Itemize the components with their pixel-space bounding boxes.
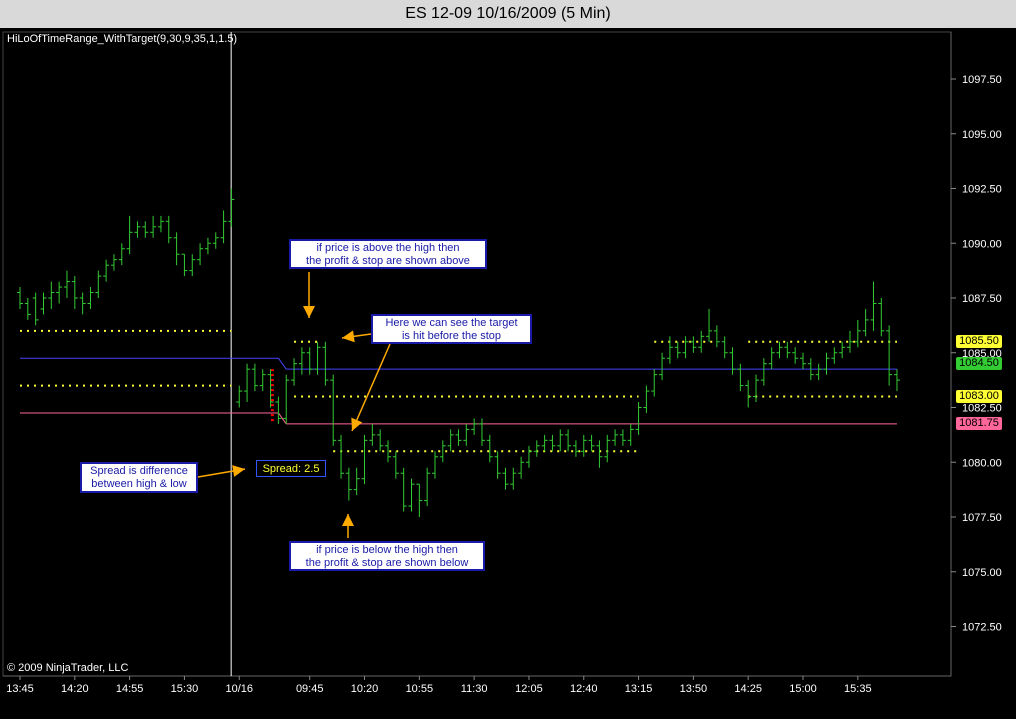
spread-label: Spread: 2.5: [256, 460, 326, 477]
price-tick-label: 1097.50: [962, 74, 1002, 86]
price-tag: 1083.00: [956, 390, 1002, 404]
price-tick-label: 1075.00: [962, 567, 1002, 579]
callout-price-above-line-2: the profit & stop are shown above: [306, 255, 470, 267]
price-tick-label: 1092.50: [962, 184, 1002, 196]
time-tick-label: 15:30: [171, 683, 199, 695]
price-tag: 1084.50: [956, 357, 1002, 371]
price-chart[interactable]: 1097.50 1095.00 1092.50 1090.00 1087.50 1085.…: [0, 28, 1016, 719]
callout-spread: Spread is difference between high & low: [80, 462, 198, 493]
time-tick-label: 14:55: [116, 683, 144, 695]
time-tick-label: 15:35: [844, 683, 872, 695]
time-tick-label: 14:20: [61, 683, 89, 695]
price-tick-label: 1090.00: [962, 238, 1002, 250]
time-tick-label: 10:20: [351, 683, 379, 695]
callout-price-above-line-1: if price is above the high then: [316, 242, 460, 254]
price-tick-label: 1087.50: [962, 293, 1002, 305]
plot-background: [0, 28, 1016, 719]
time-tick-label: 10:55: [406, 683, 434, 695]
copyright-text: © 2009 NinjaTrader, LLC: [7, 662, 129, 674]
indicator-label: HiLoOfTimeRange_WithTarget(9,30,9,35,1,1…: [7, 33, 238, 45]
callout-spread-line-2: between high & low: [91, 478, 187, 490]
price-tick-label: 1072.50: [962, 622, 1002, 634]
callout-target-hit-line-1: Here we can see the target: [385, 317, 518, 329]
callout-price-below-line-2: the profit & stop are shown below: [305, 557, 469, 569]
time-tick-label: 10/16: [225, 683, 253, 695]
time-tick-label: 14:25: [734, 683, 762, 695]
time-tick-label: 13:50: [680, 683, 708, 695]
time-tick-label: 12:05: [515, 683, 543, 695]
time-tick-label: 13:15: [625, 683, 653, 695]
price-tick-label: 1095.00: [962, 129, 1002, 141]
time-tick-label: 11:30: [461, 683, 488, 695]
price-tick-label: 1082.50: [962, 403, 1002, 415]
price-tick-label: 1080.00: [962, 457, 1002, 469]
callout-target-hit-line-2: is hit before the stop: [401, 330, 502, 342]
callout-price-above: if price is above the high then the prof…: [289, 239, 487, 269]
callout-target-hit: Here we can see the target is hit before…: [371, 314, 532, 344]
window-title: ES 12-09 10/16/2009 (5 Min): [0, 0, 1016, 28]
time-tick-label: 13:45: [6, 683, 34, 695]
time-tick-label: 12:40: [570, 683, 598, 695]
price-tag: 1085.50: [956, 335, 1002, 349]
time-tick-label: 09:45: [296, 683, 324, 695]
price-tick-label: 1077.50: [962, 512, 1002, 524]
price-tag: 1081.75: [956, 417, 1002, 431]
callout-price-below-line-1: if price is below the high then: [316, 544, 458, 556]
callout-spread-line-1: Spread is difference: [90, 465, 188, 477]
time-tick-label: 15:00: [789, 683, 817, 695]
callout-price-below: if price is below the high then the prof…: [289, 541, 485, 571]
